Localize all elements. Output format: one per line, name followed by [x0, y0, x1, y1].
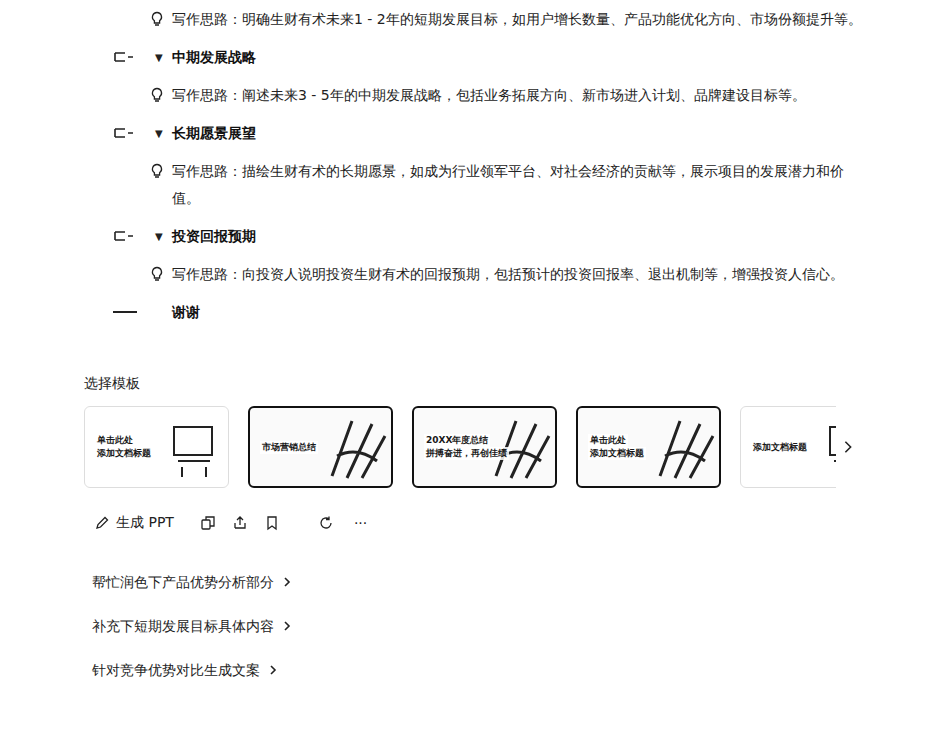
idea-row: 写作思路：阐述未来3 - 5年的中期发展战略，包括业务拓展方向、新市场进入计划、…: [84, 76, 931, 114]
lightbulb-icon: [150, 163, 164, 179]
suggestion-list: 帮忙润色下产品优势分析部分补充下短期发展目标具体内容针对竞争优势对比生成文案: [84, 560, 931, 692]
template-title: 单击此处: [588, 434, 628, 447]
refresh-icon: [318, 515, 334, 531]
suggestion-item[interactable]: 补充下短期发展目标具体内容: [92, 604, 931, 648]
template-art-icon: [655, 416, 715, 482]
template-title: 添加文档标题: [588, 447, 646, 460]
template-title: 添加文档标题: [95, 447, 153, 460]
template-title: 单击此处: [95, 434, 135, 447]
chevron-right-icon[interactable]: [841, 440, 855, 454]
outline-node-icon: [113, 50, 135, 64]
chevron-right-icon: [268, 665, 278, 675]
chevron-right-icon: [282, 577, 292, 587]
share-icon: [232, 515, 248, 531]
lightbulb-icon: [150, 87, 164, 103]
collapse-toggle[interactable]: ▼: [155, 120, 169, 147]
template-card[interactable]: 单击此处添加文档标题: [576, 406, 721, 488]
section-title[interactable]: 中期发展战略: [172, 44, 256, 71]
section-row: ▼长期愿景展望: [84, 114, 931, 152]
collapse-toggle[interactable]: ▼: [155, 44, 169, 71]
template-art-icon: [164, 415, 224, 481]
suggestion-item[interactable]: 帮忙润色下产品优势分析部分: [92, 560, 931, 604]
template-card[interactable]: 单击此处添加文档标题: [84, 406, 229, 488]
template-title: 拼搏奋进，再创佳绩: [424, 447, 509, 460]
refresh-button[interactable]: [318, 515, 334, 531]
bookmark-button[interactable]: [264, 515, 280, 531]
template-title: 添加文档标题: [751, 441, 809, 454]
end-line: [113, 311, 137, 313]
copy-icon: [200, 515, 216, 531]
section-title[interactable]: 投资回报预期: [172, 223, 256, 250]
template-card[interactable]: 市场营销总结: [248, 406, 393, 488]
outline-node-icon: [113, 229, 135, 243]
suggestion-text[interactable]: 针对竞争优势对比生成文案: [92, 660, 260, 680]
template-title: 市场营销总结: [260, 441, 318, 454]
collapse-toggle[interactable]: ▼: [155, 223, 169, 250]
outline-node-icon: [113, 126, 135, 140]
outline: 写作思路：明确生财有术未来1 - 2年的短期发展目标，如用户增长数量、产品功能优…: [84, 0, 931, 331]
generate-label[interactable]: 生成 PPT: [116, 514, 174, 532]
template-row: 单击此处添加文档标题市场营销总结20XX年度总结拼搏奋进，再创佳绩单击此处添加文…: [84, 406, 931, 488]
ending-row: 谢谢: [84, 293, 931, 331]
action-bar: 生成 PPT ···: [84, 512, 931, 534]
section-row: ▼中期发展战略: [84, 38, 931, 76]
pencil-icon: [94, 515, 110, 531]
template-card[interactable]: 添加文档标题: [740, 406, 836, 488]
templates-label: 选择模板: [84, 373, 931, 393]
idea-text: 写作思路：向投资人说明投资生财有术的回报预期，包括预计的投资回报率、退出机制等，…: [172, 261, 844, 288]
share-button[interactable]: [232, 515, 248, 531]
idea-row: 写作思路：描绘生财有术的长期愿景，如成为行业领军平台、对社会经济的贡献等，展示项…: [84, 152, 931, 217]
idea-text: 写作思路：描绘生财有术的长期愿景，如成为行业领军平台、对社会经济的贡献等，展示项…: [172, 158, 862, 212]
lightbulb-icon: [150, 11, 164, 27]
idea-row: 写作思路：明确生财有术未来1 - 2年的短期发展目标，如用户增长数量、产品功能优…: [84, 0, 931, 38]
more-button[interactable]: ···: [354, 515, 367, 531]
idea-text: 写作思路：明确生财有术未来1 - 2年的短期发展目标，如用户增长数量、产品功能优…: [172, 6, 862, 33]
idea-row: 写作思路：向投资人说明投资生财有术的回报预期，包括预计的投资回报率、退出机制等，…: [84, 255, 931, 293]
section-title[interactable]: 长期愿景展望: [172, 120, 256, 147]
lightbulb-icon: [150, 266, 164, 282]
template-art-icon: [327, 416, 387, 482]
template-card[interactable]: 20XX年度总结拼搏奋进，再创佳绩: [412, 406, 557, 488]
ending-title[interactable]: 谢谢: [172, 299, 200, 326]
chevron-right-icon: [282, 621, 292, 631]
template-strip: 单击此处添加文档标题市场营销总结20XX年度总结拼搏奋进，再创佳绩单击此处添加文…: [84, 406, 836, 488]
suggestion-text[interactable]: 补充下短期发展目标具体内容: [92, 616, 274, 636]
suggestion-text[interactable]: 帮忙润色下产品优势分析部分: [92, 572, 274, 592]
template-title: 20XX年度总结: [424, 434, 490, 447]
template-art-icon: [820, 415, 836, 481]
bookmark-icon: [264, 515, 280, 531]
copy-button[interactable]: [200, 515, 216, 531]
generate-ppt-button[interactable]: 生成 PPT: [94, 514, 174, 532]
section-row: ▼投资回报预期: [84, 217, 931, 255]
suggestion-item[interactable]: 针对竞争优势对比生成文案: [92, 648, 931, 692]
idea-text: 写作思路：阐述未来3 - 5年的中期发展战略，包括业务拓展方向、新市场进入计划、…: [172, 82, 806, 109]
